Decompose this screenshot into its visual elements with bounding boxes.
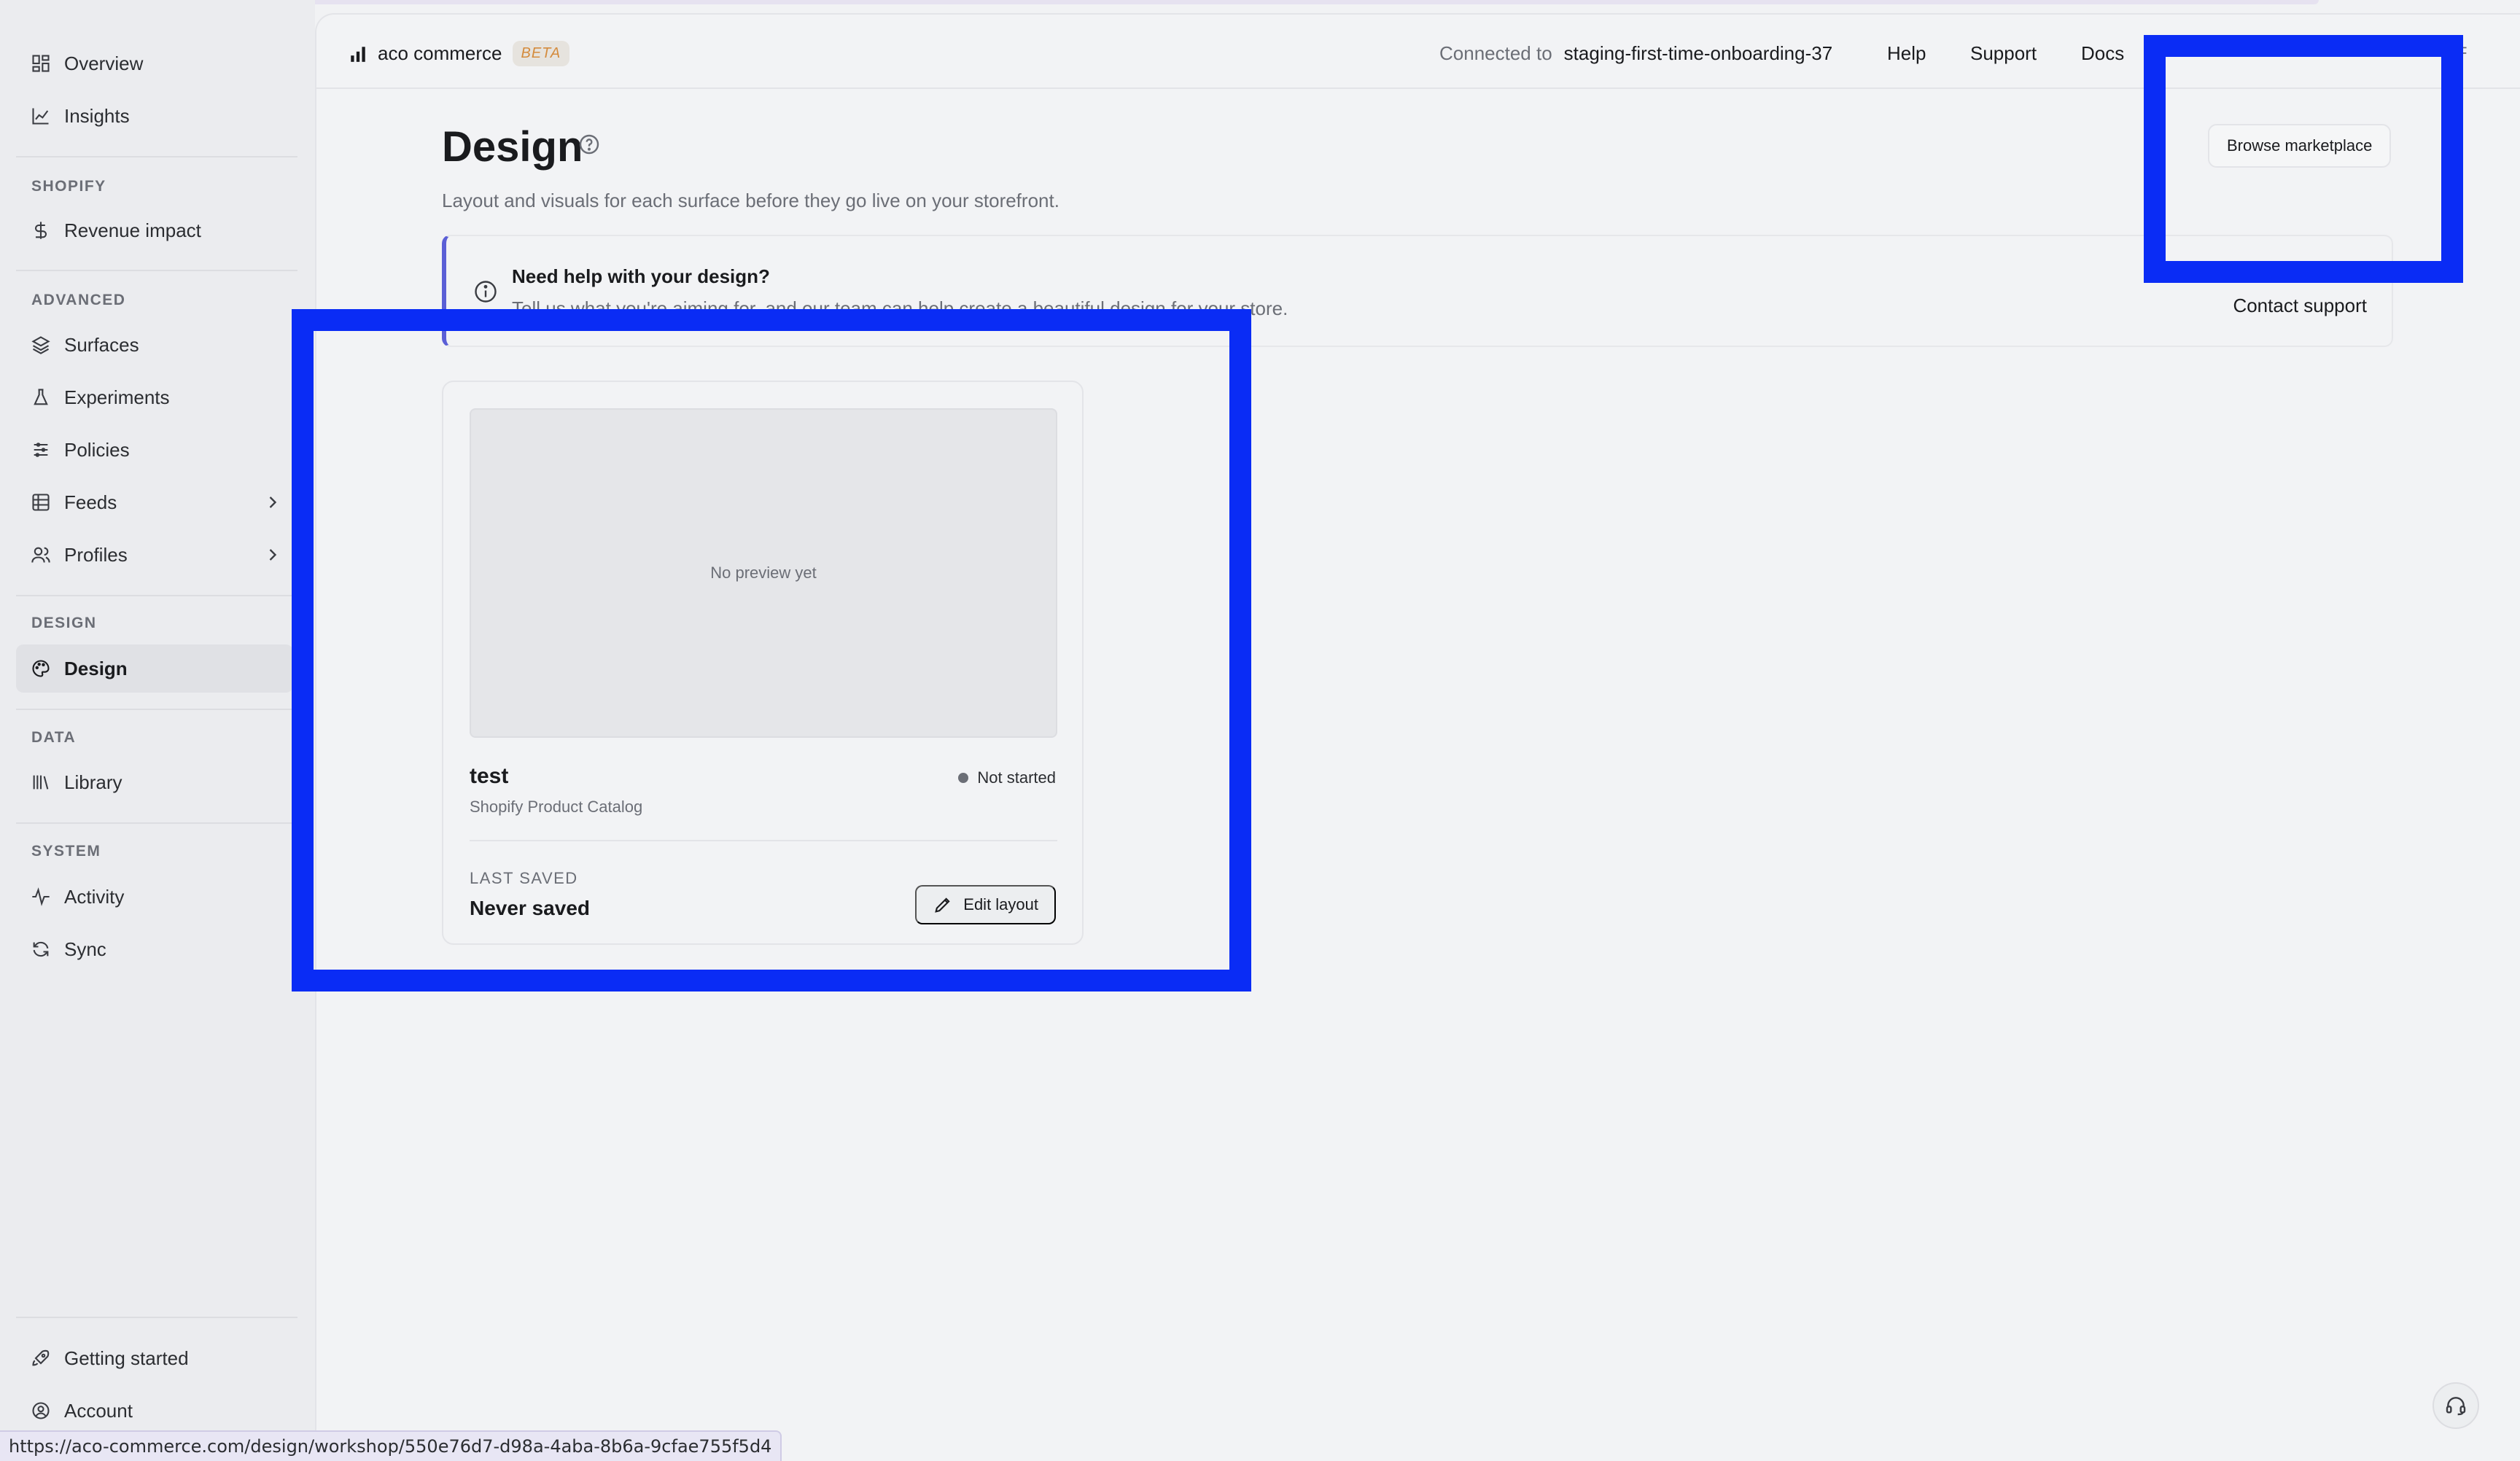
sidebar-item-label: Feeds <box>64 491 117 513</box>
highlight-box-design-card <box>292 309 1251 991</box>
sidebar-item-label: Insights <box>64 104 130 127</box>
help-circle-icon[interactable] <box>578 133 601 156</box>
sliders-icon <box>34 443 48 457</box>
chart-line-icon <box>32 108 49 125</box>
sidebar: Overview Insights SHOPIFY Revenue impact… <box>0 0 315 1461</box>
sidebar-item-getting-started[interactable]: Getting started <box>16 1334 293 1382</box>
sidebar-divider <box>16 822 298 824</box>
section-label-design: DESIGN <box>31 615 97 631</box>
dollar-icon <box>34 222 47 239</box>
help-link[interactable]: Help <box>1887 42 1926 65</box>
section-label-shopify: SHOPIFY <box>31 178 106 195</box>
sidebar-item-label: Surfaces <box>64 333 139 356</box>
sidebar-item-label: Experiments <box>64 386 170 408</box>
page-subtitle: Layout and visuals for each surface befo… <box>442 190 1059 211</box>
browser-status-url: https://aco-commerce.com/design/workshop… <box>0 1430 782 1461</box>
sidebar-item-label: Policies <box>64 438 130 461</box>
connected-store[interactable]: staging-first-time-onboarding-37 <box>1564 42 1833 65</box>
sidebar-item-experiments[interactable]: Experiments <box>16 373 293 421</box>
sidebar-item-sync[interactable]: Sync <box>16 925 293 973</box>
sidebar-item-label: Account <box>64 1399 133 1422</box>
brand[interactable]: aco commerce BETA <box>349 41 570 66</box>
sidebar-item-label: Getting started <box>64 1347 189 1369</box>
connected-label: Connected to <box>1439 42 1552 64</box>
activity-icon <box>32 887 50 906</box>
page-title: Design <box>442 123 583 171</box>
sidebar-divider <box>16 595 298 596</box>
library-icon <box>33 775 49 790</box>
section-label-system: SYSTEM <box>31 843 101 860</box>
sidebar-item-label: Revenue impact <box>64 219 201 241</box>
sidebar-item-label: Profiles <box>64 543 128 566</box>
sidebar-item-activity[interactable]: Activity <box>16 873 293 921</box>
layers-icon <box>31 336 50 354</box>
sidebar-item-revenue-impact[interactable]: Revenue impact <box>16 206 293 254</box>
sidebar-divider <box>16 709 298 710</box>
rocket-icon <box>32 1349 50 1366</box>
browser-top-strip <box>175 0 2319 4</box>
sidebar-divider <box>16 156 298 157</box>
user-circle-icon <box>32 1402 50 1419</box>
support-link[interactable]: Support <box>1970 42 2037 65</box>
highlight-box-browse-marketplace <box>2144 35 2463 283</box>
refresh-icon <box>33 941 49 957</box>
support-chat-button[interactable] <box>2432 1382 2479 1429</box>
contact-support-link[interactable]: Contact support <box>2233 295 2367 317</box>
docs-link[interactable]: Docs <box>2081 42 2124 65</box>
section-label-data: DATA <box>31 729 77 746</box>
grid-icon <box>32 55 50 72</box>
sidebar-item-design[interactable]: Design <box>16 644 293 693</box>
sidebar-item-label: Design <box>64 657 128 679</box>
sidebar-item-label: Sync <box>64 938 106 960</box>
sidebar-item-feeds[interactable]: Feeds <box>16 478 293 526</box>
signal-bars-icon <box>351 46 365 62</box>
sidebar-item-overview[interactable]: Overview <box>16 39 293 87</box>
sidebar-item-label: Overview <box>64 52 144 74</box>
headset-icon <box>2446 1397 2466 1416</box>
sidebar-item-label: Library <box>64 771 122 793</box>
sidebar-divider <box>16 270 298 271</box>
chevron-right-icon <box>269 496 277 508</box>
chevron-right-icon <box>269 549 277 561</box>
sidebar-divider <box>16 1317 298 1318</box>
sidebar-item-policies[interactable]: Policies <box>16 426 293 474</box>
users-icon <box>31 547 50 563</box>
sidebar-item-insights[interactable]: Insights <box>16 92 293 140</box>
info-icon <box>475 281 497 303</box>
brand-name: aco commerce <box>378 42 502 64</box>
beta-badge: BETA <box>512 41 570 66</box>
sidebar-item-account[interactable]: Account <box>16 1387 293 1435</box>
sidebar-item-library[interactable]: Library <box>16 758 293 806</box>
connection-status: Connected to staging-first-time-onboardi… <box>1439 42 1832 65</box>
sidebar-item-profiles[interactable]: Profiles <box>16 531 293 579</box>
section-label-advanced: ADVANCED <box>31 292 126 308</box>
banner-title: Need help with your design? <box>512 265 770 287</box>
flask-icon <box>34 389 48 405</box>
palette-icon <box>32 660 50 677</box>
sidebar-item-surfaces[interactable]: Surfaces <box>16 321 293 369</box>
table-icon <box>32 494 50 511</box>
sidebar-item-label: Activity <box>64 885 125 908</box>
